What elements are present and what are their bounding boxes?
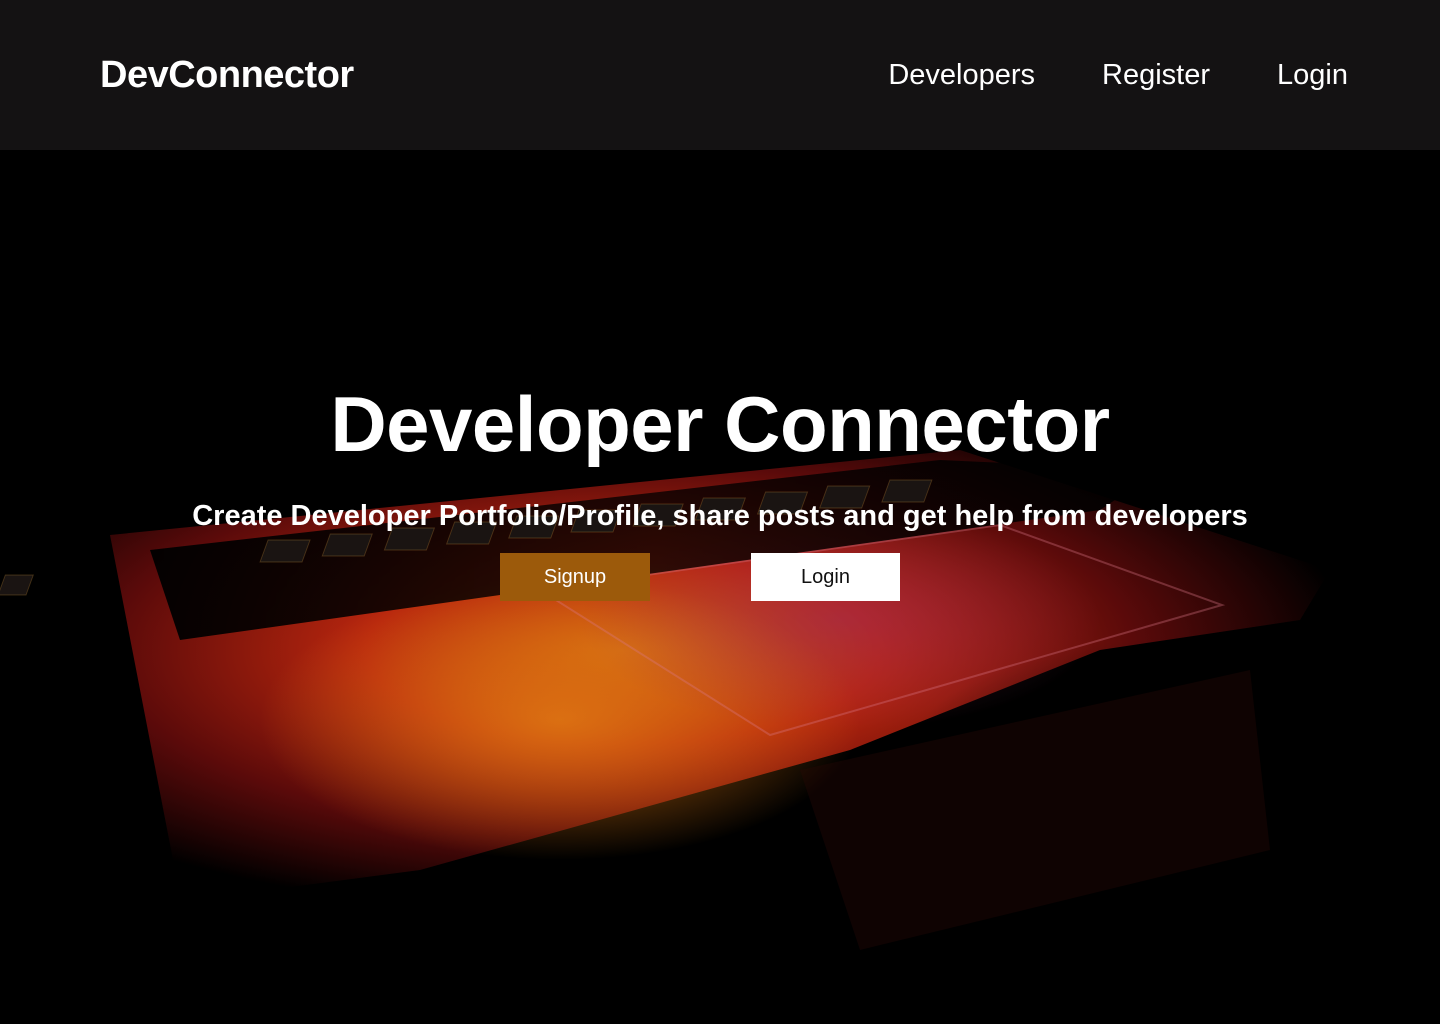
hero-subtitle: Create Developer Portfolio/Profile, shar… bbox=[192, 500, 1248, 532]
nav-link-developers[interactable]: Developers bbox=[888, 54, 1035, 96]
hero-background-laptop-image bbox=[0, 450, 1410, 950]
brand-logo-link[interactable]: DevConnector bbox=[100, 52, 354, 98]
signup-button[interactable]: Signup bbox=[500, 553, 650, 601]
nav-link-register[interactable]: Register bbox=[1102, 54, 1210, 96]
nav-link-login[interactable]: Login bbox=[1277, 54, 1348, 96]
hero-title: Developer Connector bbox=[330, 380, 1110, 469]
hero-section: Developer Connector Create Developer Por… bbox=[0, 150, 1440, 1024]
navbar: DevConnector Developers Register Login bbox=[0, 0, 1440, 150]
nav-links: Developers Register Login bbox=[888, 54, 1348, 96]
login-button[interactable]: Login bbox=[751, 553, 900, 601]
